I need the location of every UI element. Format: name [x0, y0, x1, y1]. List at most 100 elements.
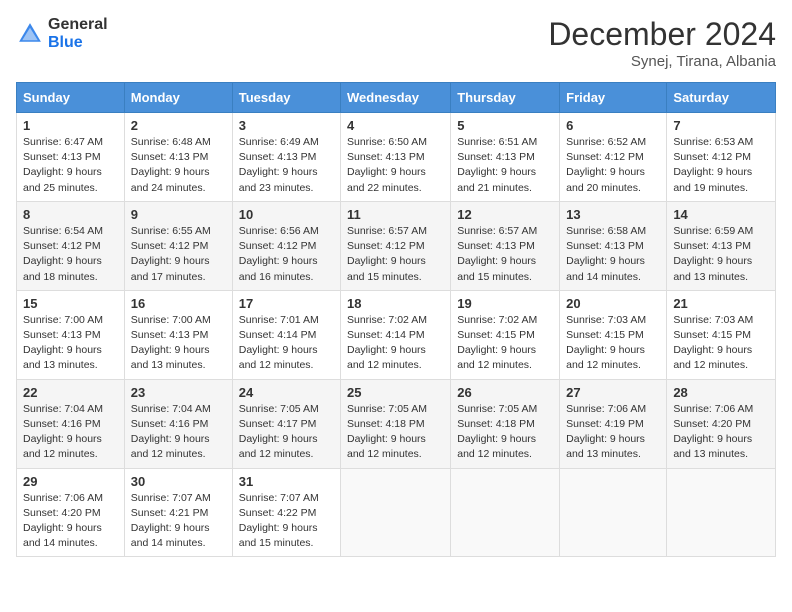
day-info: Sunrise: 6:54 AM Sunset: 4:12 PM Dayligh…	[23, 224, 118, 285]
day-number: 3	[239, 118, 334, 133]
logo: General Blue	[16, 16, 108, 51]
day-info: Sunrise: 7:03 AM Sunset: 4:15 PM Dayligh…	[673, 313, 769, 374]
day-number: 8	[23, 207, 118, 222]
logo-icon	[16, 20, 44, 48]
day-info: Sunrise: 7:02 AM Sunset: 4:14 PM Dayligh…	[347, 313, 444, 374]
calendar-cell: 19Sunrise: 7:02 AM Sunset: 4:15 PM Dayli…	[451, 290, 560, 379]
calendar-cell: 11 Sunrise: 6:57 AM Sunset: 4:12 PM Dayli…	[341, 201, 451, 290]
calendar-cell: 30Sunrise: 7:07 AM Sunset: 4:21 PM Dayli…	[124, 468, 232, 557]
day-number: 20	[566, 296, 660, 311]
page-header: General Blue December 2024 Synej, Tirana…	[16, 16, 776, 70]
day-header-wednesday: Wednesday	[341, 83, 451, 113]
day-number: 21	[673, 296, 769, 311]
day-number: 30	[131, 474, 226, 489]
calendar-cell: 28 Sunrise: 7:06 AM Sunset: 4:20 PM Dayli…	[667, 379, 776, 468]
calendar-cell: 24 Sunrise: 7:05 AM Sunset: 4:17 PM Dayli…	[232, 379, 340, 468]
location: Synej, Tirana, Albania	[548, 53, 776, 70]
day-number: 14	[673, 207, 769, 222]
calendar-week-row: 8 Sunrise: 6:54 AM Sunset: 4:12 PM Daylig…	[17, 201, 776, 290]
day-info: Sunrise: 7:06 AM Sunset: 4:19 PM Dayligh…	[566, 402, 660, 463]
calendar-cell: 25 Sunrise: 7:05 AM Sunset: 4:18 PM Dayli…	[341, 379, 451, 468]
day-info: Sunrise: 7:05 AM Sunset: 4:18 PM Dayligh…	[347, 402, 444, 463]
logo-text: General Blue	[48, 16, 108, 51]
calendar-cell: 10 Sunrise: 6:56 AM Sunset: 4:12 PM Dayli…	[232, 201, 340, 290]
day-number: 11	[347, 207, 444, 222]
day-header-friday: Friday	[560, 83, 667, 113]
day-number: 29	[23, 474, 118, 489]
day-info: Sunrise: 6:48 AM Sunset: 4:13 PM Dayligh…	[131, 135, 226, 196]
day-header-sunday: Sunday	[17, 83, 125, 113]
calendar-cell: 6Sunrise: 6:52 AM Sunset: 4:12 PM Daylig…	[560, 113, 667, 202]
day-header-tuesday: Tuesday	[232, 83, 340, 113]
day-number: 18	[347, 296, 444, 311]
day-number: 2	[131, 118, 226, 133]
day-info: Sunrise: 6:57 AM Sunset: 4:13 PM Dayligh…	[457, 224, 553, 285]
day-number: 25	[347, 385, 444, 400]
calendar-cell: 14 Sunrise: 6:59 AM Sunset: 4:13 PM Dayli…	[667, 201, 776, 290]
day-info: Sunrise: 6:47 AM Sunset: 4:13 PM Dayligh…	[23, 135, 118, 196]
day-header-thursday: Thursday	[451, 83, 560, 113]
calendar-cell: 4 Sunrise: 6:50 AM Sunset: 4:13 PM Daylig…	[341, 113, 451, 202]
calendar-cell: 7 Sunrise: 6:53 AM Sunset: 4:12 PM Daylig…	[667, 113, 776, 202]
day-number: 9	[131, 207, 226, 222]
day-info: Sunrise: 7:03 AM Sunset: 4:15 PM Dayligh…	[566, 313, 660, 374]
title-block: December 2024 Synej, Tirana, Albania	[548, 16, 776, 70]
day-info: Sunrise: 6:56 AM Sunset: 4:12 PM Dayligh…	[239, 224, 334, 285]
day-header-saturday: Saturday	[667, 83, 776, 113]
calendar-cell: 22Sunrise: 7:04 AM Sunset: 4:16 PM Dayli…	[17, 379, 125, 468]
day-info: Sunrise: 7:04 AM Sunset: 4:16 PM Dayligh…	[23, 402, 118, 463]
day-info: Sunrise: 6:50 AM Sunset: 4:13 PM Dayligh…	[347, 135, 444, 196]
calendar-cell	[667, 468, 776, 557]
calendar-cell: 27 Sunrise: 7:06 AM Sunset: 4:19 PM Dayli…	[560, 379, 667, 468]
calendar-cell: 20 Sunrise: 7:03 AM Sunset: 4:15 PM Dayli…	[560, 290, 667, 379]
calendar-cell: 2 Sunrise: 6:48 AM Sunset: 4:13 PM Daylig…	[124, 113, 232, 202]
day-info: Sunrise: 7:04 AM Sunset: 4:16 PM Dayligh…	[131, 402, 226, 463]
day-info: Sunrise: 7:05 AM Sunset: 4:18 PM Dayligh…	[457, 402, 553, 463]
day-number: 10	[239, 207, 334, 222]
day-info: Sunrise: 7:00 AM Sunset: 4:13 PM Dayligh…	[23, 313, 118, 374]
calendar-cell: 1 Sunrise: 6:47 AM Sunset: 4:13 PM Daylig…	[17, 113, 125, 202]
day-info: Sunrise: 7:02 AM Sunset: 4:15 PM Dayligh…	[457, 313, 553, 374]
calendar-cell: 13Sunrise: 6:58 AM Sunset: 4:13 PM Dayli…	[560, 201, 667, 290]
calendar-table: SundayMondayTuesdayWednesdayThursdayFrid…	[16, 82, 776, 557]
day-info: Sunrise: 6:59 AM Sunset: 4:13 PM Dayligh…	[673, 224, 769, 285]
day-number: 26	[457, 385, 553, 400]
day-info: Sunrise: 7:06 AM Sunset: 4:20 PM Dayligh…	[673, 402, 769, 463]
day-number: 1	[23, 118, 118, 133]
day-number: 31	[239, 474, 334, 489]
calendar-week-row: 15Sunrise: 7:00 AM Sunset: 4:13 PM Dayli…	[17, 290, 776, 379]
calendar-cell: 21 Sunrise: 7:03 AM Sunset: 4:15 PM Dayli…	[667, 290, 776, 379]
day-info: Sunrise: 7:05 AM Sunset: 4:17 PM Dayligh…	[239, 402, 334, 463]
calendar-week-row: 29 Sunrise: 7:06 AM Sunset: 4:20 PM Dayli…	[17, 468, 776, 557]
day-info: Sunrise: 6:53 AM Sunset: 4:12 PM Dayligh…	[673, 135, 769, 196]
day-number: 5	[457, 118, 553, 133]
day-info: Sunrise: 6:49 AM Sunset: 4:13 PM Dayligh…	[239, 135, 334, 196]
day-info: Sunrise: 6:57 AM Sunset: 4:12 PM Dayligh…	[347, 224, 444, 285]
day-info: Sunrise: 6:52 AM Sunset: 4:12 PM Dayligh…	[566, 135, 660, 196]
month-title: December 2024	[548, 16, 776, 53]
calendar-cell: 17 Sunrise: 7:01 AM Sunset: 4:14 PM Dayli…	[232, 290, 340, 379]
day-number: 28	[673, 385, 769, 400]
calendar-cell: 29 Sunrise: 7:06 AM Sunset: 4:20 PM Dayli…	[17, 468, 125, 557]
calendar-cell	[451, 468, 560, 557]
day-info: Sunrise: 7:00 AM Sunset: 4:13 PM Dayligh…	[131, 313, 226, 374]
day-info: Sunrise: 7:01 AM Sunset: 4:14 PM Dayligh…	[239, 313, 334, 374]
day-number: 12	[457, 207, 553, 222]
day-number: 23	[131, 385, 226, 400]
calendar-cell: 8 Sunrise: 6:54 AM Sunset: 4:12 PM Daylig…	[17, 201, 125, 290]
calendar-cell	[560, 468, 667, 557]
day-number: 24	[239, 385, 334, 400]
day-number: 17	[239, 296, 334, 311]
day-info: Sunrise: 6:55 AM Sunset: 4:12 PM Dayligh…	[131, 224, 226, 285]
calendar-cell: 15Sunrise: 7:00 AM Sunset: 4:13 PM Dayli…	[17, 290, 125, 379]
day-number: 13	[566, 207, 660, 222]
calendar-cell: 31Sunrise: 7:07 AM Sunset: 4:22 PM Dayli…	[232, 468, 340, 557]
day-info: Sunrise: 7:06 AM Sunset: 4:20 PM Dayligh…	[23, 491, 118, 552]
calendar-cell: 23 Sunrise: 7:04 AM Sunset: 4:16 PM Dayli…	[124, 379, 232, 468]
day-number: 4	[347, 118, 444, 133]
day-number: 16	[131, 296, 226, 311]
calendar-cell: 16 Sunrise: 7:00 AM Sunset: 4:13 PM Dayli…	[124, 290, 232, 379]
calendar-cell: 26 Sunrise: 7:05 AM Sunset: 4:18 PM Dayli…	[451, 379, 560, 468]
day-number: 7	[673, 118, 769, 133]
day-number: 27	[566, 385, 660, 400]
